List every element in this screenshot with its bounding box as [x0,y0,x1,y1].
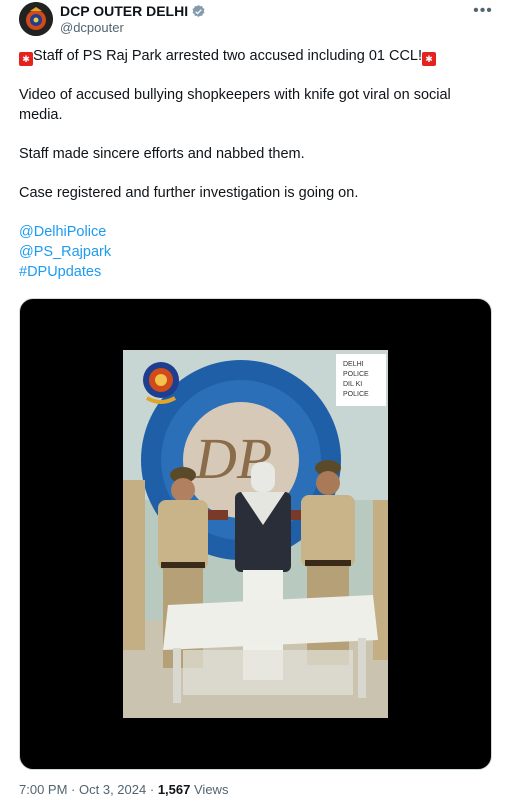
separator-dot: · [71,782,76,797]
display-name[interactable]: DCP OUTER DELHI [60,3,188,19]
more-options-icon[interactable]: ••• [473,1,493,21]
video-player[interactable]: DP DELHI POLICE DIL KI POLICE [19,298,492,770]
hashtag-dpupdates[interactable]: #DPUpdates [19,262,494,282]
paragraph-1: Video of accused bullying shopkeepers wi… [19,87,451,123]
tweet-text: ✱ Staff of PS Raj Park arrested two accus… [19,46,494,282]
headline-line: ✱ Staff of PS Raj Park arrested two accus… [19,46,494,66]
watermark-line-2: POLICE [343,371,369,378]
views-label: Views [194,782,229,797]
video-still: DP DELHI POLICE DIL KI POLICE [123,350,388,718]
views-count: 1,567 [157,782,191,797]
watermark-line-3: DIL KI [343,381,362,388]
watermark-logo: DELHI POLICE DIL KI POLICE [336,354,386,406]
paragraph-3: Case registered and further investigatio… [19,185,359,201]
police-badge-icon [19,2,53,36]
mention-ps-rajpark[interactable]: @PS_Rajpark [19,242,494,262]
accused-figure [235,462,291,680]
avatar[interactable] [19,2,53,36]
mention-delhi-police[interactable]: @DelhiPolice [19,222,494,242]
tweet-meta: 7:00 PM · Oct 3, 2024 · 1,567 Views [19,782,228,797]
headline: Staff of PS Raj Park arrested two accuse… [33,48,423,64]
video-frame[interactable]: DP DELHI POLICE DIL KI POLICE [123,350,388,718]
paragraph-2: Staff made sincere efforts and nabbed th… [19,146,305,162]
verified-badge-icon [192,4,205,17]
watermark-line-4: POLICE [343,391,369,398]
separator-dot: · [149,782,155,797]
police-light-emoji-icon: ✱ [422,52,437,66]
tweet-date[interactable]: Oct 3, 2024 [79,782,146,797]
author-name-row: DCP OUTER DELHI [60,3,206,19]
police-light-emoji-icon: ✱ [19,52,33,66]
tweet-time[interactable]: 7:00 PM [19,782,67,797]
account-handle[interactable]: @dcpouter [60,20,124,35]
watermark-line-1: DELHI [343,361,364,368]
